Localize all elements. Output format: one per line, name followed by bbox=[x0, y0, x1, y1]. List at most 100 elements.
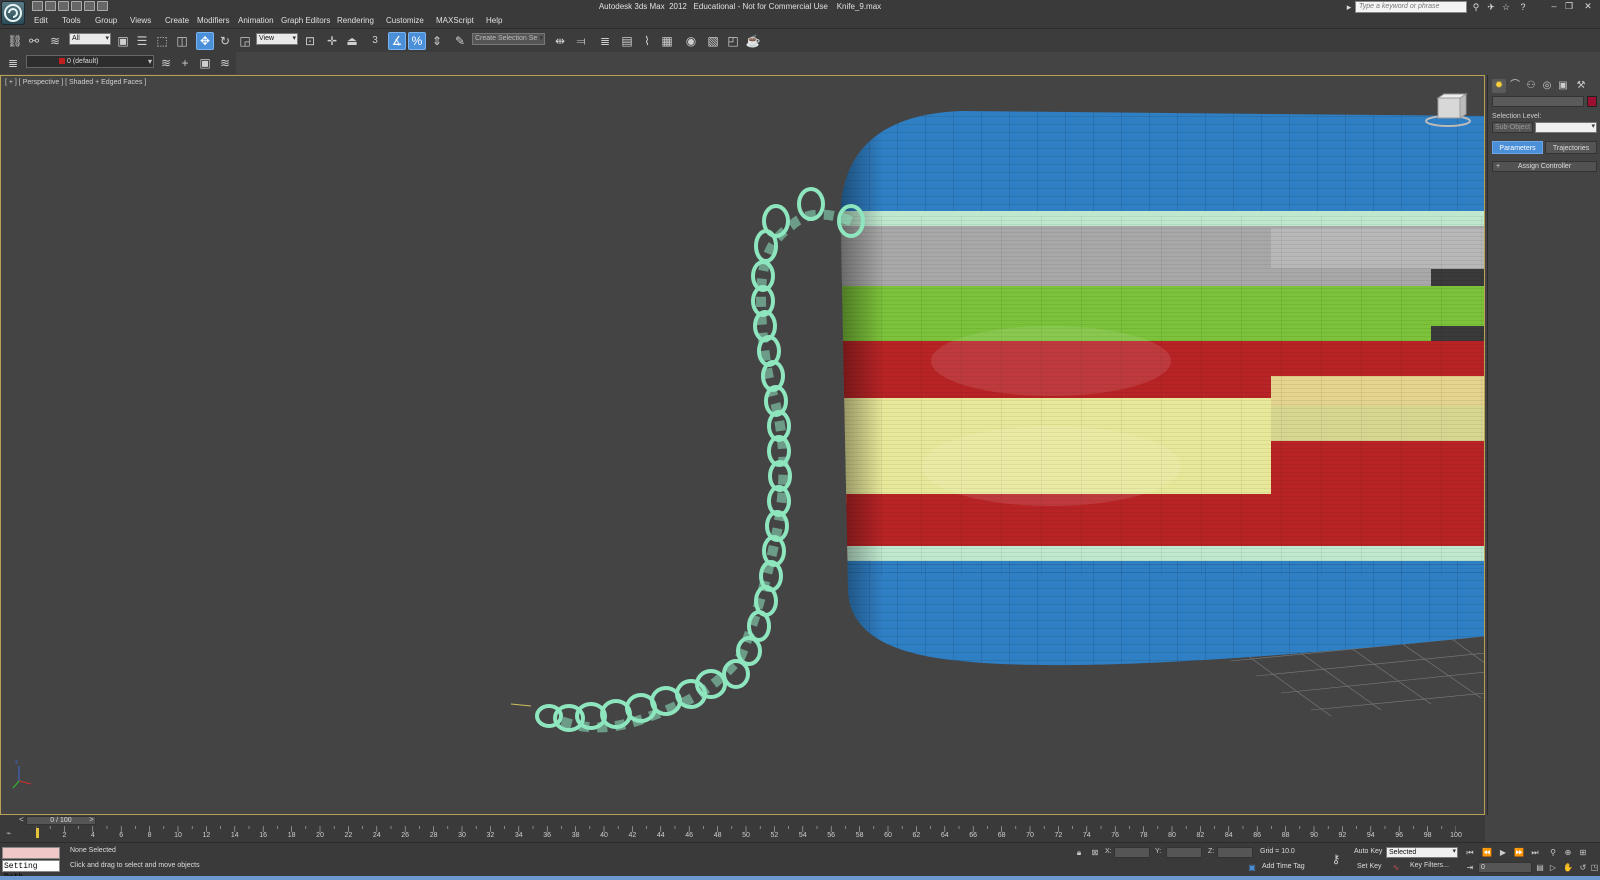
select-and-rotate-icon[interactable]: ↻ bbox=[216, 32, 234, 50]
select-and-link-icon[interactable]: ⛓ bbox=[6, 32, 24, 50]
time-slider-next[interactable]: > bbox=[89, 815, 94, 824]
zoom-icon[interactable]: ⚲ bbox=[1547, 847, 1559, 858]
menu-edit[interactable]: Edit bbox=[34, 16, 48, 25]
curve-editor-icon[interactable]: ⌇ bbox=[638, 32, 656, 50]
trajectories-button[interactable]: Trajectories bbox=[1545, 141, 1597, 154]
object-name-field[interactable] bbox=[1492, 96, 1584, 107]
render-production-icon[interactable]: ☕ bbox=[744, 32, 762, 50]
utilities-tab-icon[interactable]: ⚒ bbox=[1574, 79, 1588, 93]
time-slider-handle[interactable]: 0 / 100 bbox=[26, 816, 96, 825]
mirror-icon[interactable]: ⇹ bbox=[551, 32, 569, 50]
help-icon[interactable]: ? bbox=[1518, 2, 1528, 12]
time-configuration-icon[interactable]: ▤ bbox=[1534, 862, 1546, 873]
hierarchy-tab-icon[interactable]: ⚇ bbox=[1524, 79, 1538, 93]
motion-tab-icon[interactable]: ◎ bbox=[1540, 79, 1554, 93]
set-current-layer-icon[interactable]: ≋ bbox=[216, 54, 234, 72]
maxscript-mini-listener-output[interactable]: Setting Path bbox=[2, 860, 60, 880]
maximize-viewport-icon[interactable]: ◳ bbox=[1590, 862, 1599, 873]
menu-rendering[interactable]: Rendering bbox=[337, 16, 374, 25]
play-icon[interactable]: ▶ bbox=[1497, 847, 1509, 858]
close-icon[interactable]: ✕ bbox=[1582, 1, 1594, 12]
menu-tools[interactable]: Tools bbox=[62, 16, 81, 25]
schematic-view-icon[interactable]: ▦ bbox=[658, 32, 676, 50]
set-key-button[interactable]: Set Key bbox=[1357, 863, 1382, 870]
menu-views[interactable]: Views bbox=[130, 16, 151, 25]
menu-animation[interactable]: Animation bbox=[238, 16, 274, 25]
named-selection-dropdown[interactable]: Create Selection Se bbox=[472, 33, 545, 45]
x-coordinate-field[interactable] bbox=[1114, 847, 1150, 858]
menu-customize[interactable]: Customize bbox=[386, 16, 424, 25]
menu-create[interactable]: Create bbox=[165, 16, 189, 25]
create-new-layer-icon[interactable]: ≋ bbox=[157, 54, 175, 72]
select-object-icon[interactable]: ▣ bbox=[114, 32, 132, 50]
object-color-swatch[interactable] bbox=[1587, 96, 1597, 107]
reference-coordinate-dropdown[interactable]: View bbox=[256, 33, 298, 45]
edit-named-selection-icon[interactable]: ✎ bbox=[451, 32, 469, 50]
keyboard-shortcut-override-icon[interactable]: ⏏ bbox=[343, 32, 361, 50]
menu-maxscript[interactable]: MAXScript bbox=[436, 16, 474, 25]
unlink-icon[interactable]: ⚯ bbox=[25, 32, 43, 50]
zoom-all-icon[interactable]: ⊕ bbox=[1562, 847, 1574, 858]
sub-object-button[interactable]: Sub-Object bbox=[1492, 122, 1533, 133]
select-and-scale-icon[interactable]: ◲ bbox=[236, 32, 254, 50]
key-icon[interactable]: ⚷ bbox=[1330, 853, 1342, 865]
auto-key-button[interactable]: Auto Key bbox=[1354, 848, 1382, 855]
application-menu-button[interactable] bbox=[1, 1, 25, 25]
restore-icon[interactable]: ❐ bbox=[1563, 1, 1575, 12]
favorites-star-icon[interactable]: ☆ bbox=[1501, 2, 1511, 12]
window-crossing-icon[interactable]: ◫ bbox=[173, 32, 191, 50]
go-to-start-icon[interactable]: ⏮ bbox=[1464, 847, 1476, 858]
track-bar[interactable]: ⌁ 2 4 6 8 10 12 14 16 18 20 22 24 26 28 30 32 34 36 38 40 42… bbox=[0, 826, 1485, 842]
sub-object-dropdown[interactable] bbox=[1535, 122, 1597, 133]
current-frame-field[interactable]: 0 bbox=[1478, 862, 1532, 873]
select-in-layer-icon[interactable]: ▣ bbox=[196, 54, 214, 72]
z-coordinate-field[interactable] bbox=[1217, 847, 1253, 858]
align-icon[interactable]: ⫤ bbox=[572, 32, 590, 50]
bind-space-warp-icon[interactable]: ≋ bbox=[46, 32, 64, 50]
assign-controller-rollout[interactable]: + Assign Controller bbox=[1492, 161, 1597, 172]
maxscript-mini-listener-input[interactable] bbox=[2, 847, 60, 859]
use-pivot-center-icon[interactable]: ⊡ bbox=[301, 32, 319, 50]
y-coordinate-field[interactable] bbox=[1166, 847, 1202, 858]
spinner-snap-icon[interactable]: ⇕ bbox=[428, 32, 446, 50]
snaps-toggle-icon[interactable]: 3 bbox=[366, 32, 384, 50]
layer-manager-icon[interactable]: ≣ bbox=[4, 54, 22, 72]
material-editor-icon[interactable]: ◉ bbox=[682, 32, 700, 50]
time-slider-prev[interactable]: < bbox=[19, 815, 24, 824]
percent-snap-icon[interactable]: % bbox=[408, 32, 426, 50]
add-time-tag[interactable]: Add Time Tag bbox=[1262, 863, 1305, 870]
key-mode-dropdown[interactable]: Selected bbox=[1386, 847, 1458, 858]
angle-snap-icon[interactable]: ∡ bbox=[388, 32, 406, 50]
select-by-name-icon[interactable]: ☰ bbox=[133, 32, 151, 50]
binoculars-icon[interactable]: ⚲ bbox=[1471, 2, 1481, 12]
current-layer-dropdown[interactable]: 0 (default) bbox=[26, 55, 154, 68]
rendered-frame-window-icon[interactable]: ◰ bbox=[724, 32, 742, 50]
select-and-move-icon[interactable]: ✥ bbox=[196, 32, 214, 50]
absolute-mode-icon[interactable]: ⊠ bbox=[1089, 847, 1101, 858]
graphite-ribbon-icon[interactable]: ▤ bbox=[618, 32, 636, 50]
menu-modifiers[interactable]: Modifiers bbox=[197, 16, 229, 25]
field-of-view-icon[interactable]: ▷ bbox=[1547, 862, 1559, 873]
zoom-extents-icon[interactable]: ⊞ bbox=[1577, 847, 1589, 858]
display-tab-icon[interactable]: ▣ bbox=[1556, 79, 1570, 93]
selection-lock-icon[interactable]: 🔒︎ bbox=[1073, 847, 1085, 858]
perspective-viewport[interactable]: [ + ] [ Perspective ] [ Shaded + Edged F… bbox=[0, 75, 1485, 815]
time-tag-icon[interactable]: ▣ bbox=[1246, 862, 1258, 873]
go-to-end-icon[interactable]: ⏭ bbox=[1529, 847, 1541, 858]
viewport-label[interactable]: [ + ] [ Perspective ] [ Shaded + Edged F… bbox=[5, 79, 146, 86]
select-manipulate-icon[interactable]: ✛ bbox=[323, 32, 341, 50]
rectangular-selection-icon[interactable]: ⬚ bbox=[153, 32, 171, 50]
default-tangents-icon[interactable]: ∿ bbox=[1390, 862, 1402, 873]
add-to-layer-icon[interactable]: + bbox=[176, 54, 194, 72]
search-arrow-icon[interactable]: ▸ bbox=[1344, 2, 1354, 12]
menu-graph-editors[interactable]: Graph Editors bbox=[281, 16, 330, 25]
render-setup-icon[interactable]: ▧ bbox=[704, 32, 722, 50]
orbit-icon[interactable]: ↺ bbox=[1577, 862, 1589, 873]
communication-center-icon[interactable]: ✈ bbox=[1486, 2, 1496, 12]
search-input[interactable]: Type a keyword or phrase bbox=[1355, 1, 1467, 13]
previous-frame-icon[interactable]: ⏪ bbox=[1481, 847, 1493, 858]
modify-tab-icon[interactable]: ⌒ bbox=[1508, 79, 1522, 93]
pan-view-icon[interactable]: ✋ bbox=[1562, 862, 1574, 873]
menu-group[interactable]: Group bbox=[95, 16, 117, 25]
create-tab-icon[interactable]: ✹ bbox=[1492, 79, 1506, 93]
